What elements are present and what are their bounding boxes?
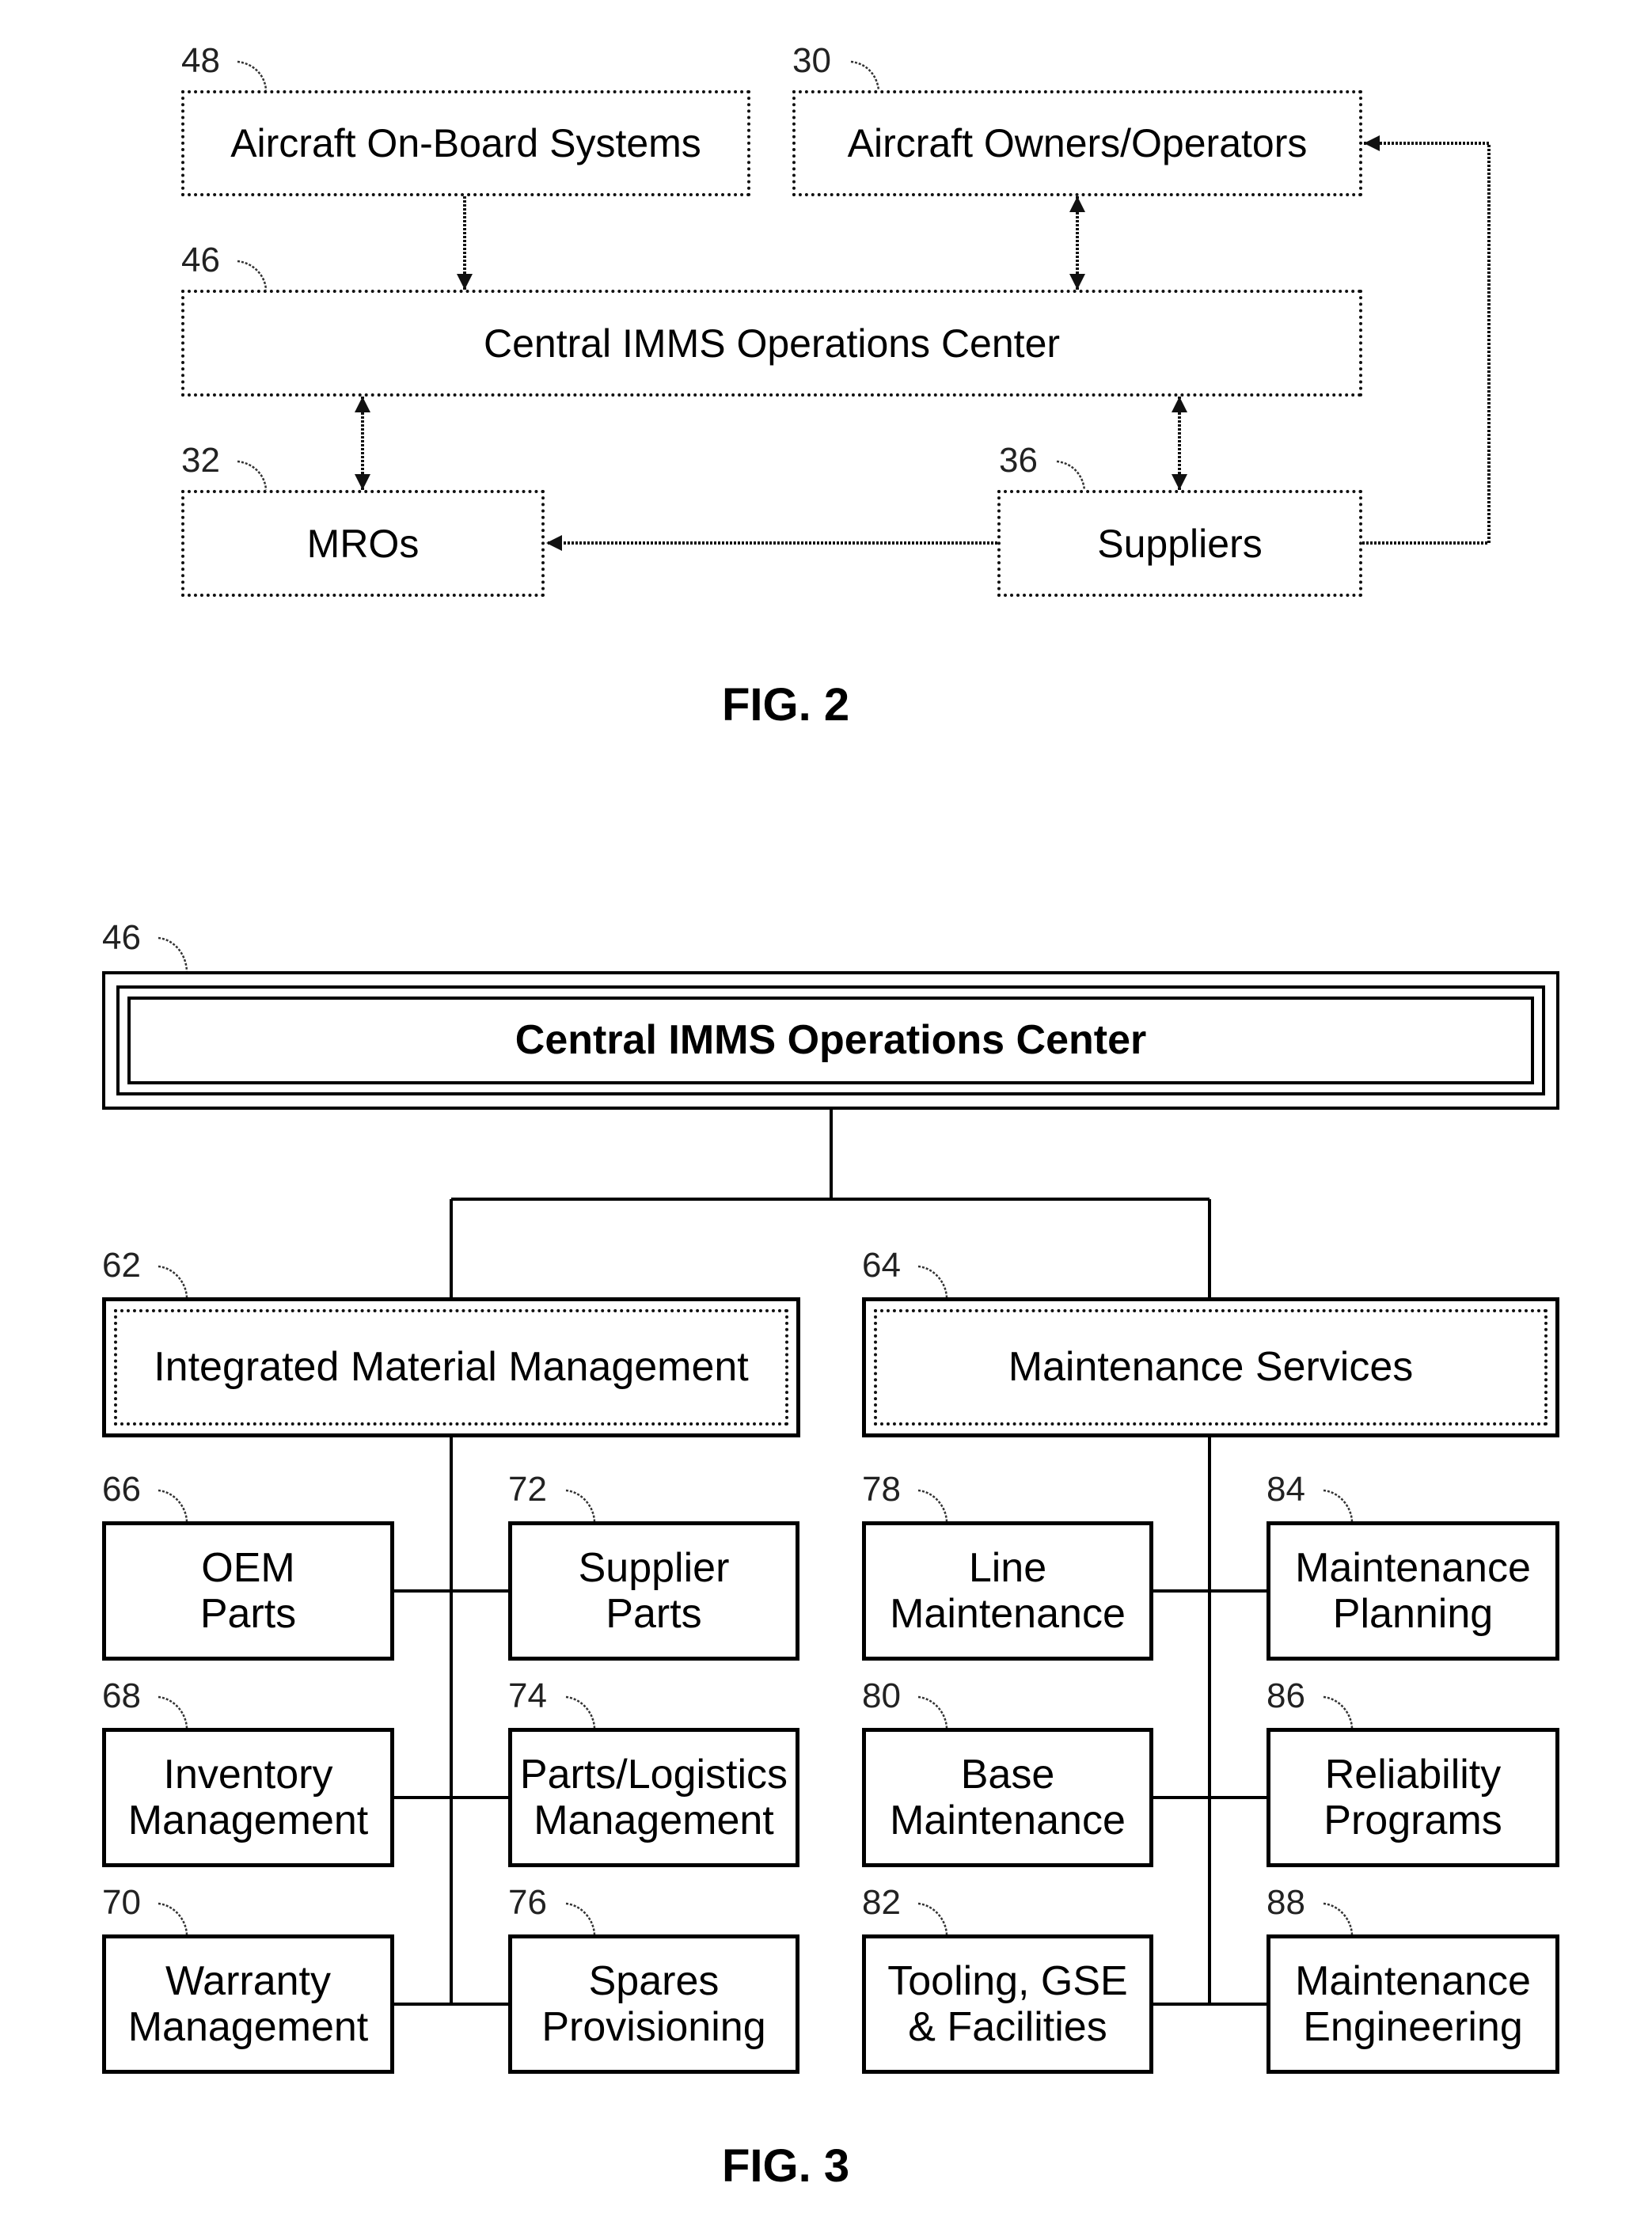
ref-30: 30	[792, 41, 831, 80]
leaf-label: Maintenance Planning	[1295, 1544, 1531, 1637]
ref-46-fig2: 46	[181, 241, 220, 279]
ref-86: 86	[1267, 1676, 1305, 1715]
leaf-label: OEM Parts	[199, 1544, 297, 1637]
ref-78: 78	[862, 1470, 901, 1509]
ref-48: 48	[181, 41, 220, 80]
node-suppliers[interactable]: Suppliers	[997, 490, 1362, 597]
branch-label: Integrated Material Management	[114, 1309, 788, 1426]
leaf-label: Reliability Programs	[1323, 1751, 1502, 1843]
node-aircraft-owners-operators[interactable]: Aircraft Owners/Operators	[792, 90, 1362, 196]
leaf-label: Base Maintenance	[890, 1751, 1126, 1843]
node-label: Suppliers	[1097, 521, 1263, 566]
leaf-spares-provisioning[interactable]: Spares Provisioning	[508, 1934, 799, 2074]
node-mros[interactable]: MROs	[181, 490, 545, 597]
ref-68: 68	[102, 1676, 141, 1715]
branch-label: Maintenance Services	[874, 1309, 1548, 1426]
ref-70: 70	[102, 1883, 141, 1922]
ref-88: 88	[1267, 1883, 1305, 1922]
leaf-line-maintenance[interactable]: Line Maintenance	[862, 1521, 1153, 1661]
root-mid-border: Central IMMS Operations Center	[116, 985, 1545, 1095]
leaf-label: Warranty Management	[127, 1957, 369, 2050]
leaf-maintenance-engineering[interactable]: Maintenance Engineering	[1267, 1934, 1559, 2074]
leaf-reliability-programs[interactable]: Reliability Programs	[1267, 1728, 1559, 1867]
ref-84: 84	[1267, 1470, 1305, 1509]
ref-36: 36	[999, 441, 1038, 480]
ref-76: 76	[508, 1883, 547, 1922]
root-label: Central IMMS Operations Center	[127, 997, 1534, 1084]
leaf-label: Inventory Management	[127, 1751, 369, 1843]
leaf-parts-logistics-management[interactable]: Parts/Logistics Management	[508, 1728, 799, 1867]
branch-maintenance-services[interactable]: Maintenance Services	[862, 1297, 1559, 1437]
leaf-inventory-management[interactable]: Inventory Management	[102, 1728, 394, 1867]
edge-suppliers-to-owners	[1362, 135, 1491, 545]
leaf-label: Line Maintenance	[890, 1544, 1126, 1637]
ref-66: 66	[102, 1470, 141, 1509]
figure-caption-2: FIG. 2	[722, 679, 850, 731]
figure-caption-3: FIG. 3	[722, 2140, 850, 2192]
leaf-warranty-management[interactable]: Warranty Management	[102, 1934, 394, 2074]
ref-82: 82	[862, 1883, 901, 1922]
branch-integrated-material-management[interactable]: Integrated Material Management	[102, 1297, 800, 1437]
leaf-oem-parts[interactable]: OEM Parts	[102, 1521, 394, 1661]
root-central-imms-operations-center[interactable]: Central IMMS Operations Center	[102, 971, 1559, 1110]
ref-32: 32	[181, 441, 220, 480]
node-label: Central IMMS Operations Center	[483, 321, 1061, 366]
node-label: MROs	[306, 521, 420, 566]
leaf-maintenance-planning[interactable]: Maintenance Planning	[1267, 1521, 1559, 1661]
leaf-tooling-gse-facilities[interactable]: Tooling, GSE & Facilities	[862, 1934, 1153, 2074]
node-label: Aircraft Owners/Operators	[847, 121, 1308, 165]
leaf-label: Tooling, GSE & Facilities	[887, 1957, 1128, 2050]
node-label: Aircraft On-Board Systems	[230, 121, 701, 165]
node-aircraft-onboard-systems[interactable]: Aircraft On-Board Systems	[181, 90, 750, 196]
ref-46-fig3: 46	[102, 918, 141, 957]
ref-62: 62	[102, 1246, 141, 1285]
ref-72: 72	[508, 1470, 547, 1509]
ref-64: 64	[862, 1246, 901, 1285]
leaf-label: Spares Provisioning	[541, 1957, 766, 2050]
leaf-label: Supplier Parts	[578, 1544, 730, 1637]
leaf-label: Parts/Logistics Management	[519, 1751, 788, 1843]
ref-74: 74	[508, 1676, 547, 1715]
node-central-imms-operations-center[interactable]: Central IMMS Operations Center	[181, 290, 1362, 397]
leaf-base-maintenance[interactable]: Base Maintenance	[862, 1728, 1153, 1867]
leaf-supplier-parts[interactable]: Supplier Parts	[508, 1521, 799, 1661]
ref-80: 80	[862, 1676, 901, 1715]
leaf-label: Maintenance Engineering	[1295, 1957, 1531, 2050]
